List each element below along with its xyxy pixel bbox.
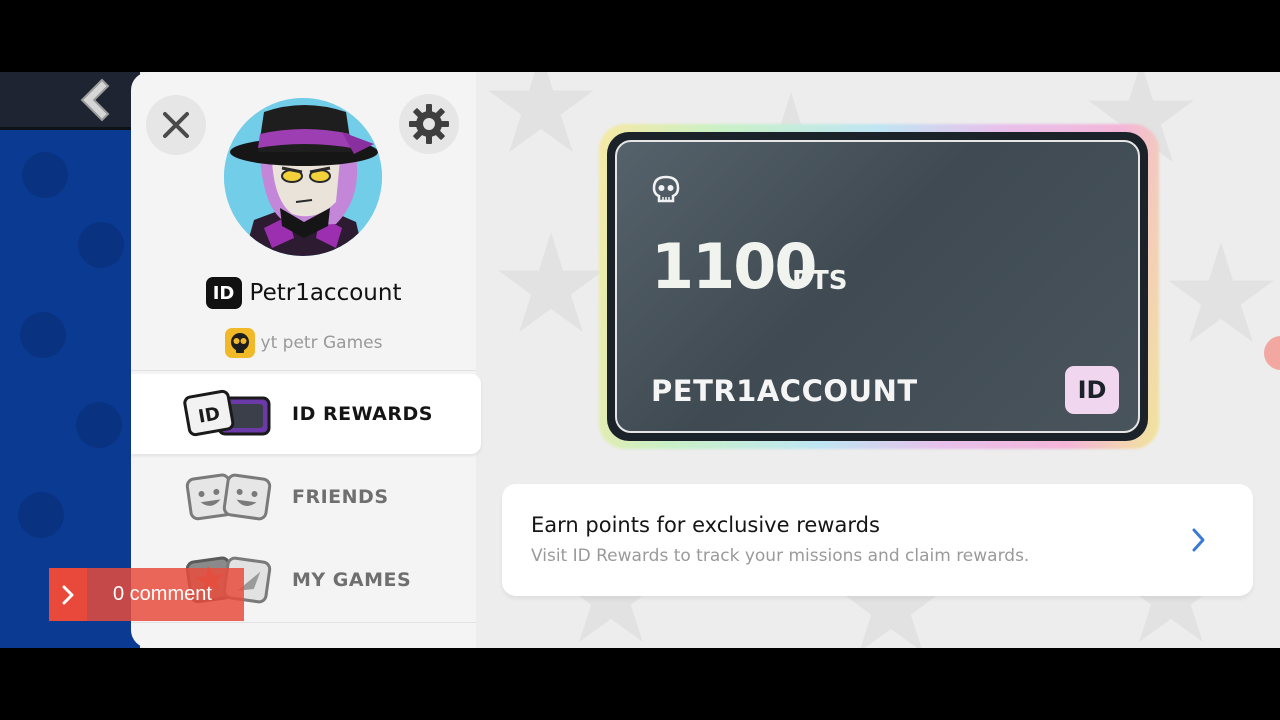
info-card-title: Earn points for exclusive rewards [531,513,880,537]
id-rewards-card-icon: ID [183,389,271,437]
earn-points-info-card[interactable]: Earn points for exclusive rewards Visit … [502,484,1253,596]
card-id-badge-icon: ID [1065,366,1119,414]
menu-label-id-rewards: ID REWARDS [292,403,433,425]
menu-item-friends[interactable]: FRIENDS [131,457,481,537]
game-top-bar [0,72,140,130]
card-username: PETR1ACCOUNT [651,374,918,408]
id-points-card: 1100 PTS PETR1ACCOUNT ID [607,132,1148,441]
skull-icon [652,175,680,203]
menu-item-id-rewards[interactable]: ID ID REWARDS [131,374,481,454]
comment-overlay-button[interactable]: 0 comment [49,568,244,621]
game-background-strip [0,72,140,648]
menu-label-friends: FRIENDS [292,486,389,508]
info-card-subtitle: Visit ID Rewards to track your missions … [531,546,1030,566]
settings-button[interactable] [399,94,459,154]
divider [131,622,476,623]
profile-side-panel: ID Petr1account yt petr Games ID ID REWA… [131,72,481,648]
background-pattern-mark [20,312,66,358]
background-pattern-mark [76,402,122,448]
card-face: 1100 PTS PETR1ACCOUNT ID [615,140,1140,433]
linked-game-name: yt petr Games [260,333,383,353]
close-icon [163,112,189,138]
divider [131,370,476,371]
chevron-right-icon [49,568,87,621]
profile-avatar[interactable] [224,98,382,256]
id-badge-icon: ID [205,277,242,309]
profile-username: Petr1account [249,280,402,306]
background-pattern-mark [18,492,64,538]
background-star-shape [488,72,594,153]
comment-count-label: 0 comment [113,583,212,605]
background-star-shape [1168,242,1274,343]
points-value: 1100 [651,230,818,303]
linked-game-account-row: yt petr Games [131,328,476,358]
mortis-avatar-icon [224,98,382,256]
background-star-shape [498,232,604,333]
video-frame: ID Petr1account yt petr Games ID ID REWA… [0,0,1280,720]
background-pattern-mark [22,152,68,198]
chevron-right-icon [1192,528,1205,552]
profile-name-row: ID Petr1account [131,276,476,310]
svg-text:ID: ID [197,403,222,427]
brawl-stars-skull-icon [224,328,255,358]
friends-faces-icon [185,473,272,521]
close-button[interactable] [146,95,206,155]
gear-icon [409,104,449,144]
game-screen: ID Petr1account yt petr Games ID ID REWA… [0,72,1280,648]
background-pattern-mark [78,222,124,268]
menu-label-my-games: MY GAMES [292,569,412,591]
back-arrow-icon[interactable] [74,78,114,122]
points-unit: PTS [792,266,848,296]
